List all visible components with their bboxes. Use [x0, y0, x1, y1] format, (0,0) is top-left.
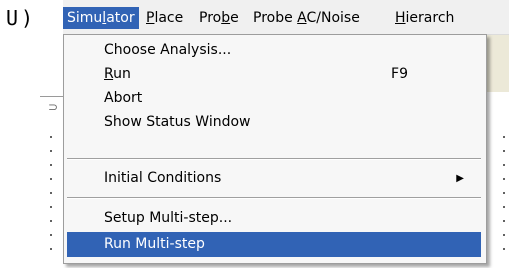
menu-probe[interactable]: Probe — [195, 7, 243, 29]
partial-label: U) — [6, 6, 37, 30]
menu-item-abort[interactable]: Abort — [67, 86, 481, 111]
menu-separator — [67, 197, 481, 199]
menu-hierarchy[interactable]: Hierarch — [391, 7, 458, 29]
simulator-dropdown-menu: Choose Analysis... Run F9 Abort Show Sta… — [63, 34, 487, 264]
menu-item-initial-conditions[interactable]: Initial Conditions ▶ — [67, 166, 481, 191]
menu-item-setup-multi-step[interactable]: Setup Multi-step... — [67, 206, 481, 231]
schematic-grid-dots-right — [503, 130, 505, 260]
menu-item-run-multi-step[interactable]: Run Multi-step — [67, 232, 481, 257]
schematic-grid-dots-left — [50, 130, 52, 260]
background-text-fragment: ⊃ — [48, 100, 59, 114]
menu-probe-ac-noise[interactable]: Probe AC/Noise — [249, 7, 364, 29]
menu-bar: Simulator Place Probe Probe AC/Noise Hie… — [63, 0, 509, 35]
shortcut-label: F9 — [391, 66, 408, 82]
menu-item-choose-analysis[interactable]: Choose Analysis... — [67, 38, 481, 63]
menu-item-run[interactable]: Run F9 — [67, 62, 481, 87]
menu-place[interactable]: Place — [142, 7, 187, 29]
submenu-arrow-right-icon: ▶ — [456, 173, 464, 184]
menu-item-show-status-window[interactable]: Show Status Window — [67, 110, 481, 135]
menu-separator — [67, 158, 481, 160]
menu-simulator[interactable]: Simulator — [63, 7, 139, 29]
